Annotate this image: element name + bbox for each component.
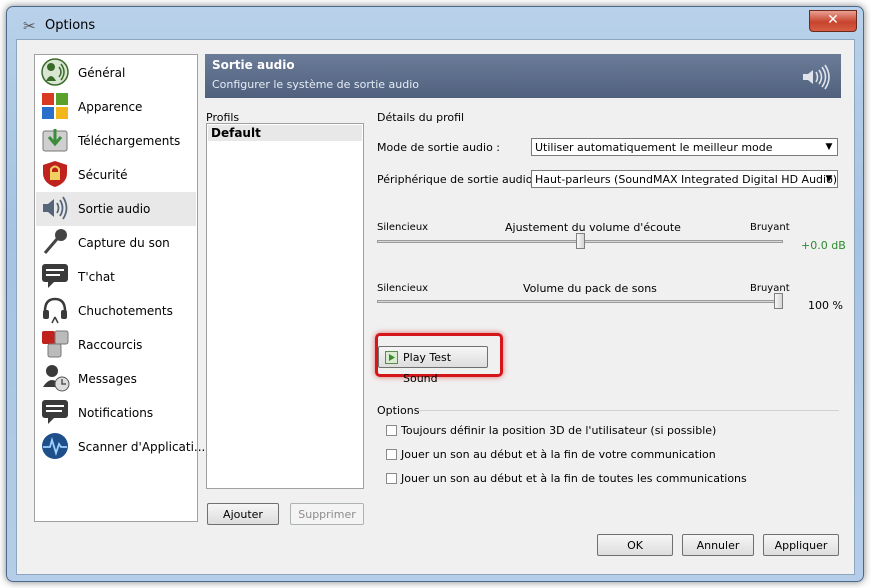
profile-details-label: Détails du profil xyxy=(377,111,465,124)
options-label: Options xyxy=(377,404,420,417)
all-talk-sound-label: Jouer un son au début et à la fin de tou… xyxy=(401,472,747,485)
microphone-icon xyxy=(43,229,67,254)
shortcut-keys-icon xyxy=(42,330,69,358)
section-subtitle: Configurer le système de sortie audio xyxy=(212,78,420,91)
volume-title: Ajustement du volume d'écoute xyxy=(505,221,681,234)
position-3d-checkbox[interactable] xyxy=(386,425,397,436)
output-mode-select[interactable]: Utiliser automatiquement le meilleur mod… xyxy=(531,138,838,156)
cancel-button[interactable]: Annuler xyxy=(682,534,754,556)
sidebar-item-label: Sortie audio xyxy=(78,202,151,216)
sidebar-item-label: T'chat xyxy=(78,270,115,284)
sidebar-item-label: Général xyxy=(78,66,126,80)
soundpack-value: 100 % xyxy=(808,299,843,312)
position-3d-label: Toujours définir la position 3D de l'uti… xyxy=(401,424,717,437)
sidebar-item-whispers[interactable]: Chuchotements xyxy=(36,294,196,328)
section-title: Sortie audio xyxy=(212,58,295,72)
globe-scanner-icon xyxy=(42,433,68,459)
sidebar-item-label: Sécurité xyxy=(78,168,128,182)
soundpack-title: Volume du pack de sons xyxy=(523,282,657,295)
sidebar-item-appearance[interactable]: Apparence xyxy=(36,90,196,124)
chevron-down-icon[interactable]: ▼ xyxy=(822,140,836,154)
volume-slider-thumb[interactable] xyxy=(575,233,585,249)
sidebar-item-label: Téléchargements xyxy=(78,134,181,148)
sidebar-item-downloads[interactable]: Téléchargements xyxy=(36,124,196,158)
speaker-person-icon xyxy=(41,58,69,86)
ok-button[interactable]: OK xyxy=(597,534,673,556)
soundpack-max-label: Bruyant xyxy=(750,283,790,294)
sidebar-item-label: Raccourcis xyxy=(78,338,143,352)
close-button[interactable]: ✕ xyxy=(809,10,857,32)
sidebar-item-messages[interactable]: Messages xyxy=(36,362,196,396)
output-device-label: Périphérique de sortie audio : xyxy=(377,173,540,186)
output-mode-value: Utiliser automatiquement le meilleur mod… xyxy=(535,141,773,154)
sidebar-item-label: Apparence xyxy=(78,100,143,114)
play-test-sound-button[interactable]: Play Test Sound xyxy=(378,346,488,385)
output-device-value: Haut-parleurs (SoundMAX Integrated Digit… xyxy=(535,173,838,186)
output-mode-label: Mode de sortie audio : xyxy=(377,141,501,154)
chat-bubble-icon xyxy=(42,264,68,288)
sidebar-item-security[interactable]: Sécurité xyxy=(36,158,196,192)
windows-flag-icon xyxy=(42,93,68,119)
shield-lock-icon xyxy=(43,161,67,187)
headset-icon xyxy=(43,297,67,324)
chevron-down-icon[interactable]: ▼ xyxy=(822,172,836,186)
download-arrow-icon xyxy=(42,129,68,152)
apply-button[interactable]: Appliquer xyxy=(763,534,839,556)
notification-icon xyxy=(42,400,68,424)
dialog-body: Général Apparence Téléchargements Sécuri… xyxy=(16,39,855,575)
sidebar-item-label: Notifications xyxy=(78,406,154,420)
soundpack-min-label: Silencieux xyxy=(377,283,429,294)
sidebar-item-audio-output[interactable]: Sortie audio xyxy=(36,192,196,226)
sidebar-item-chat[interactable]: T'chat xyxy=(36,260,196,294)
sidebar-item-label: Capture du son xyxy=(78,236,170,250)
title-bar[interactable]: ✂ Options ✕ xyxy=(7,7,863,39)
own-talk-sound-label: Jouer un son au début et à la fin de vot… xyxy=(401,448,716,461)
play-icon xyxy=(385,351,398,364)
section-header: Sortie audio Configurer le système de so… xyxy=(205,54,841,98)
remove-profile-button[interactable]: Supprimer xyxy=(290,503,364,525)
volume-min-label: Silencieux xyxy=(377,222,429,233)
sidebar-item-shortcuts[interactable]: Raccourcis xyxy=(36,328,196,362)
speaker-waves-icon xyxy=(803,64,830,90)
sidebar-item-label: Chuchotements xyxy=(78,304,173,318)
profiles-list[interactable]: Default xyxy=(206,123,364,489)
volume-max-label: Bruyant xyxy=(750,222,790,233)
sidebar-item-notifications[interactable]: Notifications xyxy=(36,396,196,430)
tools-icon: ✂ xyxy=(23,17,36,35)
sidebar-item-sound-capture[interactable]: Capture du son xyxy=(36,226,196,260)
window-title: Options xyxy=(45,18,96,33)
sidebar-item-general[interactable]: Général xyxy=(36,56,196,90)
list-item[interactable]: Default xyxy=(208,125,362,141)
options-divider xyxy=(417,410,839,411)
sidebar-item-label: Scanner d'Applicati... xyxy=(78,440,206,454)
volume-value: +0.0 dB xyxy=(801,239,846,252)
own-talk-sound-checkbox[interactable] xyxy=(386,449,397,460)
options-window: ✂ Options ✕ Général Apparence Télécharge… xyxy=(6,6,864,582)
messages-icon xyxy=(43,365,70,392)
sidebar-item-label: Messages xyxy=(78,372,137,386)
speaker-waves-icon xyxy=(43,196,68,220)
soundpack-slider-thumb[interactable] xyxy=(774,293,783,309)
add-profile-button[interactable]: Ajouter xyxy=(207,503,279,525)
all-talk-sound-checkbox[interactable] xyxy=(386,473,397,484)
output-device-select[interactable]: Haut-parleurs (SoundMAX Integrated Digit… xyxy=(531,170,838,188)
category-list: Général Apparence Téléchargements Sécuri… xyxy=(34,54,205,522)
soundpack-slider-track[interactable] xyxy=(377,300,783,303)
profile-name: Default xyxy=(211,126,261,140)
sidebar-item-app-scanner[interactable]: Scanner d'Applicati... xyxy=(36,430,205,464)
